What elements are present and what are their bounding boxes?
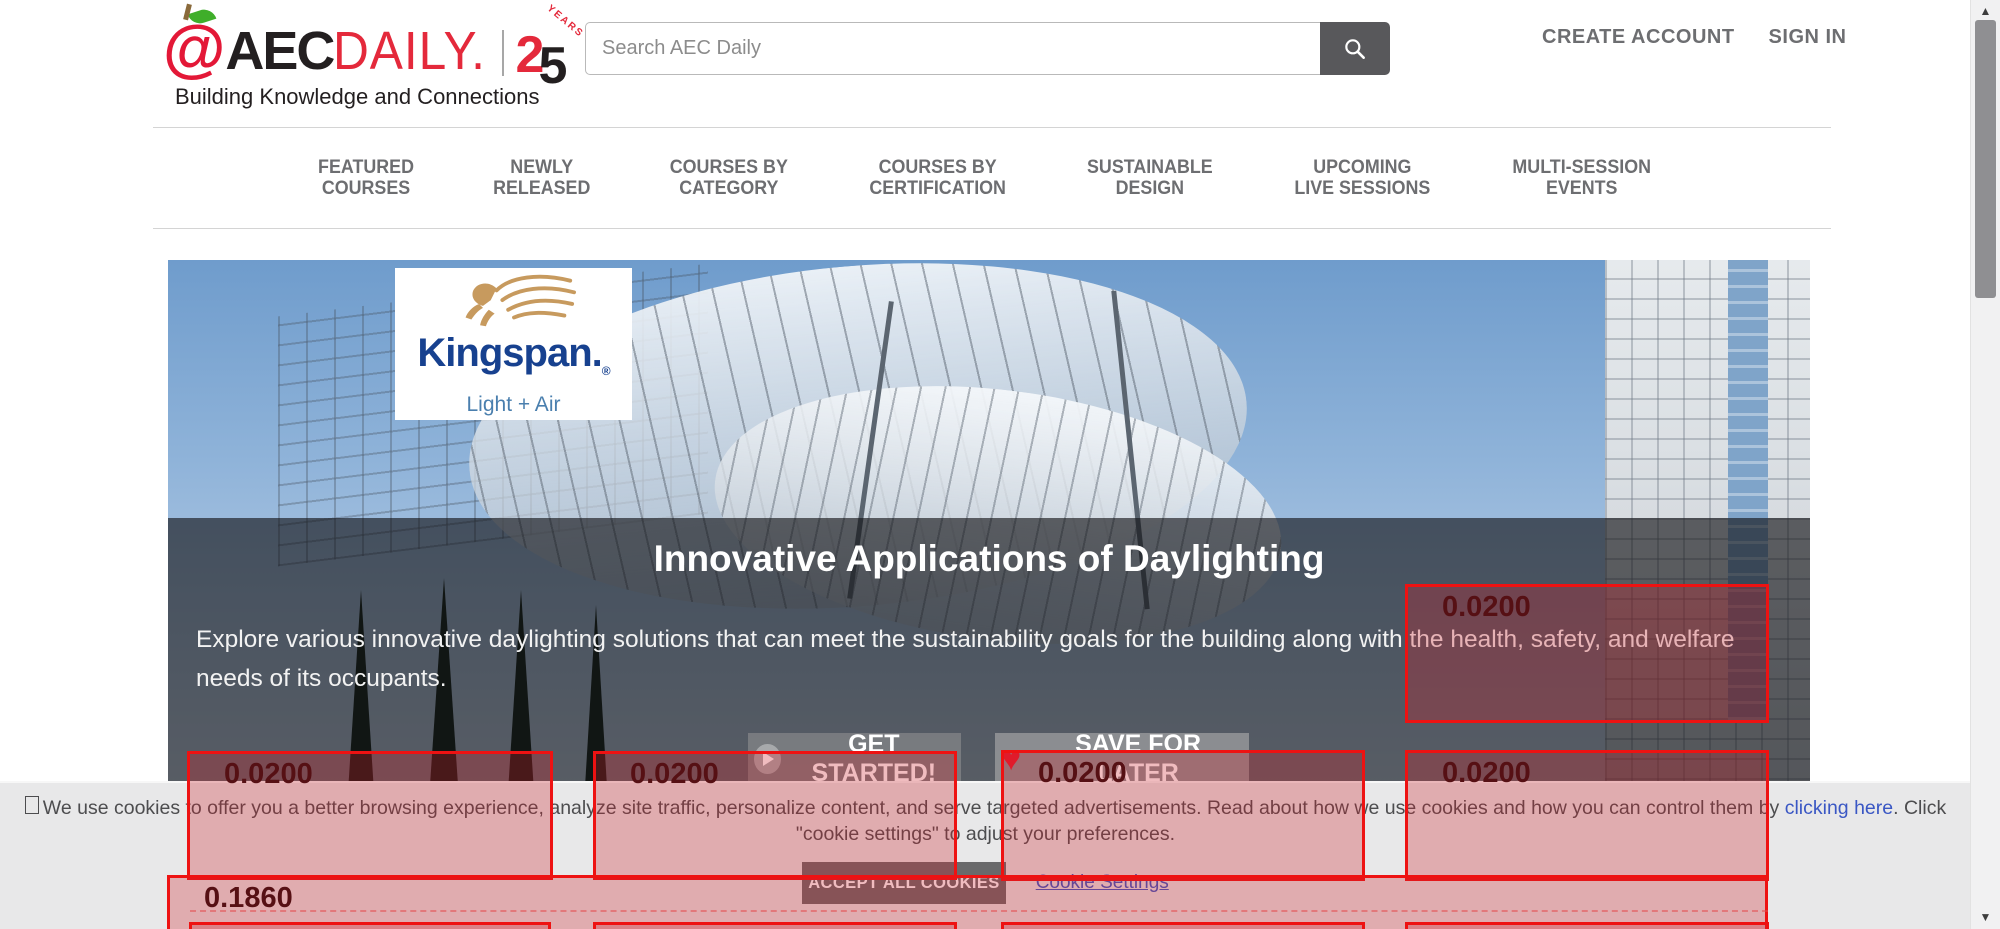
search-button[interactable] <box>1320 22 1390 75</box>
header-divider <box>153 127 1831 128</box>
get-started-button[interactable]: GET STARTED! <box>748 733 961 785</box>
accept-all-cookies-button[interactable]: ACCEPT ALL COOKIES <box>802 862 1005 904</box>
logo-text-daily: DAILY. <box>333 22 486 80</box>
hero-description: Explore various innovative daylighting s… <box>196 620 1766 698</box>
logo-separator <box>502 30 504 76</box>
logo-tagline: Building Knowledge and Connections <box>175 84 567 110</box>
info-placeholder-icon: i <box>25 796 39 814</box>
apple-at-icon: @ <box>163 16 225 80</box>
nav-divider <box>153 228 1831 229</box>
save-for-later-button[interactable]: ♥ SAVE FOR LATER <box>995 733 1249 785</box>
search-bar <box>585 22 1390 75</box>
main-nav: FEATUREDCOURSES NEWLYRELEASED COURSES BY… <box>315 157 1655 199</box>
cookie-actions: ACCEPT ALL COOKIES Cookie Settings <box>0 862 1971 904</box>
kingspan-logo: Kingspan.® Light + Air <box>395 268 632 420</box>
clicking-here-link[interactable]: clicking here <box>1785 797 1893 819</box>
nav-courses-by-certification[interactable]: COURSES BYCERTIFICATION <box>869 157 1006 199</box>
sign-in-link[interactable]: SIGN IN <box>1769 26 1847 49</box>
registered-mark: ® <box>602 364 610 378</box>
play-icon <box>754 744 781 774</box>
search-icon <box>1342 36 1368 62</box>
page: @ AEC DAILY. YEARS 2 5 Building Knowledg… <box>0 0 2000 929</box>
heart-icon: ♥ <box>1001 742 1021 776</box>
create-account-link[interactable]: CREATE ACCOUNT <box>1542 26 1735 49</box>
years-arc-label: YEARS <box>545 3 586 40</box>
account-links: CREATE ACCOUNT SIGN IN <box>1542 26 1847 49</box>
aecdaily-logo[interactable]: @ AEC DAILY. YEARS 2 5 Building Knowledg… <box>163 8 567 110</box>
years-digit-5: 5 <box>538 44 567 88</box>
cookie-settings-link[interactable]: Cookie Settings <box>1036 872 1169 894</box>
search-input[interactable] <box>585 22 1320 75</box>
logo-row: @ AEC DAILY. YEARS 2 5 <box>163 8 567 80</box>
scroll-up-arrow[interactable]: ▲ <box>1971 4 2000 18</box>
nav-upcoming-live-sessions[interactable]: UPCOMINGLIVE SESSIONS <box>1294 157 1430 199</box>
cookie-banner: iWe use cookies to offer you a better br… <box>0 781 1971 929</box>
nav-sustainable-design[interactable]: SUSTAINABLEDESIGN <box>1087 157 1213 199</box>
scrollbar-thumb[interactable] <box>1975 20 1996 298</box>
nav-featured-courses[interactable]: FEATUREDCOURSES <box>318 157 414 199</box>
logo-text-aec: AEC <box>225 22 333 80</box>
scroll-down-arrow[interactable]: ▼ <box>1971 910 2000 924</box>
hero-title: Innovative Applications of Daylighting <box>168 538 1810 580</box>
kingspan-wordmark: Kingspan.® <box>417 333 609 391</box>
logo-25-years: YEARS 2 5 <box>516 30 568 80</box>
kingspan-division: Light + Air <box>467 393 561 417</box>
kingspan-lion-icon <box>439 271 589 333</box>
vertical-scrollbar[interactable]: ▲ ▼ <box>1970 0 2000 929</box>
cookie-message: iWe use cookies to offer you a better br… <box>23 795 1948 847</box>
nav-newly-released[interactable]: NEWLYRELEASED <box>493 157 590 199</box>
nav-courses-by-category[interactable]: COURSES BYCATEGORY <box>670 157 788 199</box>
nav-multi-session-events[interactable]: MULTI-SESSIONEVENTS <box>1512 157 1651 199</box>
hero-buttons: GET STARTED! ♥ SAVE FOR LATER <box>748 733 1249 785</box>
